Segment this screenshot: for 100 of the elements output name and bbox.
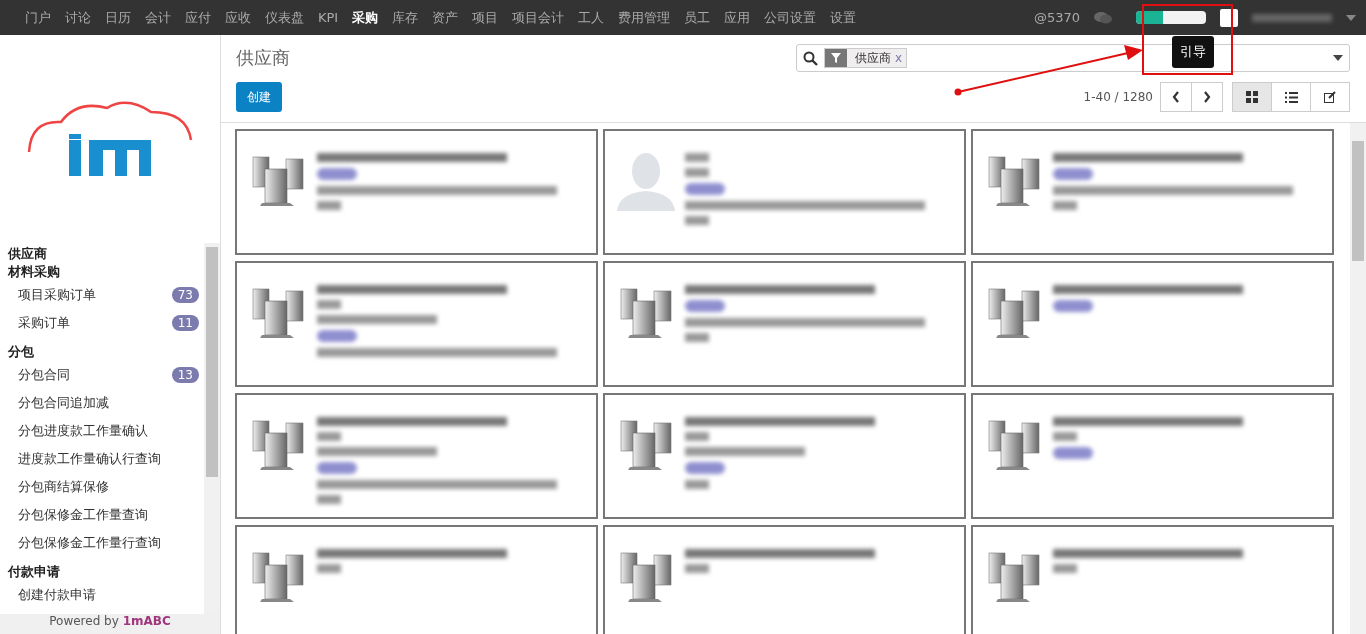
nav-menu-item[interactable]: 资产 xyxy=(425,8,466,27)
nav-menu-item[interactable]: 会计 xyxy=(138,8,178,27)
vendor-card[interactable] xyxy=(235,525,598,634)
view-button[interactable] xyxy=(1310,82,1350,112)
nav-menu-item[interactable]: 费用管理 xyxy=(611,8,678,27)
view-button[interactable] xyxy=(1271,82,1311,112)
nav-menu-item[interactable]: 公司设置 xyxy=(757,8,824,27)
blurred-text xyxy=(1053,564,1077,573)
previous-button[interactable] xyxy=(1160,82,1192,112)
chevron-right-icon xyxy=(1203,91,1211,103)
filter-icon xyxy=(831,53,841,63)
blurred-text xyxy=(685,168,709,177)
tooltip: 引导 xyxy=(1172,36,1214,68)
facet-label: 供应商 xyxy=(854,49,892,67)
chat-icon[interactable] xyxy=(1094,10,1112,25)
menu-section-title[interactable]: 付款申请 xyxy=(0,563,204,581)
person-icon xyxy=(615,151,677,211)
blurred-text xyxy=(317,495,341,504)
vendor-card[interactable] xyxy=(235,393,598,519)
blurred-text xyxy=(685,333,709,342)
menu-item-label: 分包进度款工作量确认 xyxy=(18,422,148,440)
menu-item[interactable]: 创建付款申请 xyxy=(0,581,204,609)
nav-menu-item[interactable]: 设置 xyxy=(823,8,864,27)
vendor-card[interactable] xyxy=(235,261,598,387)
vendor-card[interactable] xyxy=(971,525,1334,634)
nav-menu-item[interactable]: 门户 xyxy=(18,8,58,27)
count-badge: 73 xyxy=(171,287,199,303)
nav-menu-item[interactable]: 讨论 xyxy=(58,8,98,27)
search-icon xyxy=(803,50,818,66)
menu-item[interactable]: 分包保修金工作量查询 xyxy=(0,501,204,529)
create-button[interactable]: 创建 xyxy=(236,82,282,112)
menu-item[interactable]: 进度款工作量确认行查询 xyxy=(0,445,204,473)
menu-item[interactable]: 项目采购订单 73 xyxy=(0,281,204,309)
vendor-card[interactable] xyxy=(603,393,966,519)
vendor-card[interactable] xyxy=(971,129,1334,255)
menu-section-title[interactable]: 供应商 xyxy=(0,245,204,263)
blurred-text xyxy=(317,330,357,342)
menu-item[interactable]: 分包合同追加减 xyxy=(0,389,204,417)
menu-section-title[interactable]: 分包 xyxy=(0,343,204,361)
blurred-text xyxy=(317,201,341,210)
blurred-text xyxy=(317,462,357,474)
menu-item[interactable]: 分包进度款工作量确认 xyxy=(0,417,204,445)
menu-item-label: 分包商结算保修 xyxy=(18,478,109,496)
blurred-text xyxy=(1053,201,1077,210)
mentions-count[interactable]: @5370 xyxy=(1033,10,1080,25)
blurred-text xyxy=(685,564,709,573)
page-title: 供应商 xyxy=(236,46,291,70)
menu-item-label: 采购订单 xyxy=(18,314,70,332)
menu-item[interactable]: 分包合同 13 xyxy=(0,361,204,389)
nav-menu-item[interactable]: 日历 xyxy=(98,8,138,27)
nav-menu-item[interactable]: 应付 xyxy=(178,8,218,27)
blurred-text xyxy=(317,168,357,180)
vendor-card[interactable] xyxy=(971,393,1334,519)
nav-menu-item[interactable]: 应用 xyxy=(717,8,758,27)
blurred-text xyxy=(1053,447,1093,459)
nav-menu-item[interactable]: 员工 xyxy=(677,8,718,27)
blurred-text xyxy=(317,300,341,309)
blurred-text xyxy=(685,300,725,312)
vendor-card[interactable] xyxy=(603,129,966,255)
nav-menu-item[interactable]: 采购 xyxy=(345,8,386,27)
blurred-text xyxy=(685,183,725,195)
menu-item[interactable]: 采购订单 11 xyxy=(0,309,204,337)
nav-menu-item[interactable]: 项目 xyxy=(465,8,506,27)
vendor-card[interactable] xyxy=(235,129,598,255)
blurred-text xyxy=(1053,432,1077,441)
remove-facet-link[interactable]: x xyxy=(895,51,907,65)
blurred-text xyxy=(685,462,725,474)
nav-menu-item[interactable]: 应收 xyxy=(218,8,258,27)
nav-menu-item[interactable]: 项目会计 xyxy=(505,8,572,27)
menu-section-title[interactable]: 材料采购 xyxy=(0,263,204,281)
nav-menu-item[interactable]: 库存 xyxy=(385,8,426,27)
footer-text: Powered by 1mABC xyxy=(0,614,220,634)
blurred-text xyxy=(1053,300,1093,312)
grid-icon xyxy=(1246,91,1258,103)
blurred-text xyxy=(317,564,341,573)
vendor-card[interactable] xyxy=(603,525,966,634)
menu-item-label: 分包保修金工作量查询 xyxy=(18,506,148,524)
view-button[interactable] xyxy=(1232,82,1272,112)
edit-icon xyxy=(1324,91,1336,103)
nav-menu-item[interactable]: 仪表盘 xyxy=(258,8,311,27)
menu-item[interactable]: 分包保修金工作量行查询 xyxy=(0,529,204,557)
nav-menu-item[interactable]: 工人 xyxy=(571,8,612,27)
filter-facet[interactable]: 供应商 x xyxy=(824,48,908,68)
menu-item-label: 项目采购订单 xyxy=(18,286,96,304)
menu-item-label: 分包保修金工作量行查询 xyxy=(18,534,161,552)
scrollbar[interactable] xyxy=(204,243,220,614)
menu-item-label: 分包合同追加减 xyxy=(18,394,109,412)
menu-item[interactable]: 分包商结算保修 xyxy=(0,473,204,501)
caret-icon[interactable] xyxy=(1333,55,1343,61)
vendor-card[interactable] xyxy=(971,261,1334,387)
count-badge: 11 xyxy=(171,315,199,331)
chevron-left-icon xyxy=(1172,91,1180,103)
blurred-text xyxy=(317,432,341,441)
next-button[interactable] xyxy=(1191,82,1223,112)
nav-menu-item[interactable]: KPI xyxy=(311,10,346,25)
menu-item-label: 分包合同 xyxy=(18,366,70,384)
vendor-card[interactable] xyxy=(603,261,966,387)
menu-item-label: 创建付款申请 xyxy=(18,586,96,604)
list-icon xyxy=(1284,91,1298,103)
scrollbar[interactable] xyxy=(1350,123,1366,634)
